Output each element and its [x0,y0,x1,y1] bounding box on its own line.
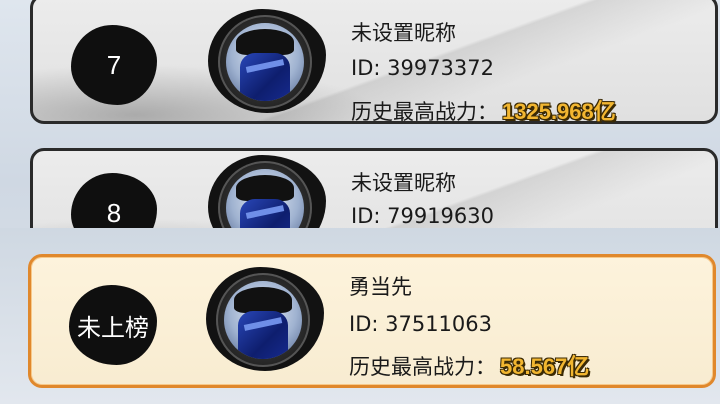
leaderboard-list[interactable]: 7 未设置昵称 ID: 39973372 历史最高战力： 1325.968亿 8 … [0,0,720,228]
player-nickname: 未设置昵称 [351,21,456,45]
leaderboard-row-8[interactable]: 8 未设置昵称 ID: 79919630 [30,148,718,228]
player-power: 历史最高战力： 58.567亿 [349,349,589,381]
rank-number: 7 [106,49,122,80]
player-id: ID: 37511063 [349,312,493,336]
player-nickname: 勇当先 [349,275,412,299]
player-power: 历史最高战力： 1325.968亿 [351,94,616,126]
player-id: ID: 79919630 [351,204,495,228]
rank-badge: 未上榜 [69,285,157,365]
rank-number: 8 [106,197,122,228]
rank-badge: 8 [71,173,157,228]
power-label: 历史最高战力： [351,100,498,124]
rank-status: 未上榜 [77,314,149,342]
my-rank-row[interactable]: 未上榜 勇当先 ID: 37511063 历史最高战力： 58.567亿 [28,254,716,388]
ninja-avatar-icon[interactable] [218,15,312,109]
player-id: ID: 39973372 [351,56,495,80]
power-label: 历史最高战力： [349,355,496,379]
player-nickname: 未设置昵称 [351,171,456,195]
leaderboard-row-7[interactable]: 7 未设置昵称 ID: 39973372 历史最高战力： 1325.968亿 [30,0,718,124]
power-value: 1325.968亿 [502,99,616,124]
power-value: 58.567亿 [500,354,590,379]
rank-badge: 7 [71,25,157,105]
ninja-avatar-icon[interactable] [216,273,310,367]
